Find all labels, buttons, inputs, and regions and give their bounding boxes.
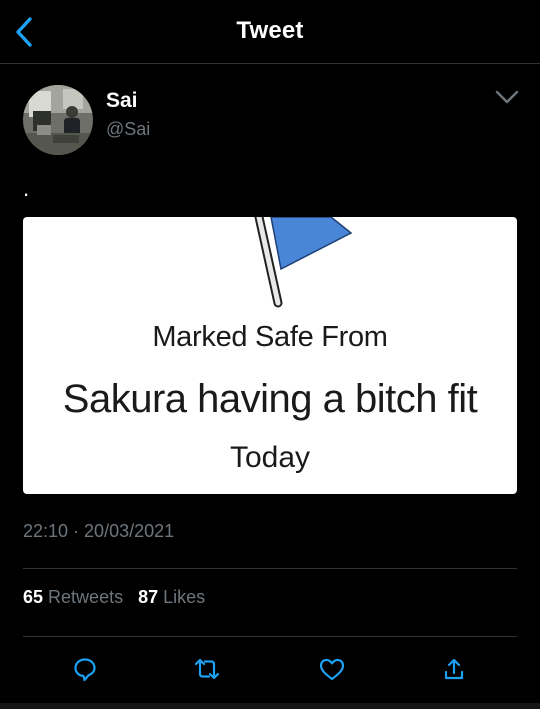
avatar[interactable] xyxy=(23,85,93,155)
share-icon xyxy=(444,658,464,680)
more-options-button[interactable] xyxy=(490,84,524,110)
meme-subject: Sakura having a bitch fit xyxy=(62,377,478,421)
retweet-icon xyxy=(194,658,220,680)
share-button[interactable] xyxy=(439,654,469,684)
like-button[interactable] xyxy=(317,654,347,684)
likes-count: 87 xyxy=(138,587,159,607)
display-name[interactable]: Sai xyxy=(106,89,138,113)
likes-label: Likes xyxy=(163,587,206,607)
tweet-date: 20/03/2021 xyxy=(84,521,175,541)
meme-heading: Marked Safe From xyxy=(152,321,388,353)
heart-icon xyxy=(319,658,345,681)
reply-icon xyxy=(74,658,96,682)
action-bar xyxy=(0,648,540,688)
avatar-image xyxy=(23,85,93,155)
reply-button[interactable] xyxy=(70,654,100,684)
top-nav-bar: Tweet xyxy=(0,0,540,64)
divider xyxy=(23,568,517,569)
divider xyxy=(23,636,517,637)
tweet-timestamp: 22:10 · 20/03/2021 xyxy=(23,521,174,542)
flag-icon xyxy=(254,217,353,308)
meme-date: Today xyxy=(229,441,311,474)
retweet-button[interactable] xyxy=(192,654,222,684)
tweet-stats: 65 Retweets 87 Likes xyxy=(23,587,215,608)
user-handle[interactable]: @Sai xyxy=(106,119,150,140)
retweets-count: 65 xyxy=(23,587,44,607)
tweet-time: 22:10 xyxy=(23,521,69,541)
retweets-label: Retweets xyxy=(48,587,124,607)
likes-stat[interactable]: 87 Likes xyxy=(138,587,205,607)
separator-dot: · xyxy=(73,521,80,541)
tweet-media-image[interactable]: Marked Safe From Sakura having a bitch f… xyxy=(23,217,517,494)
chevron-down-icon xyxy=(495,90,519,104)
tweet-text: . xyxy=(23,176,30,201)
bottom-edge-bar xyxy=(0,703,540,709)
page-title: Tweet xyxy=(236,17,304,44)
retweets-stat[interactable]: 65 Retweets xyxy=(23,587,123,607)
